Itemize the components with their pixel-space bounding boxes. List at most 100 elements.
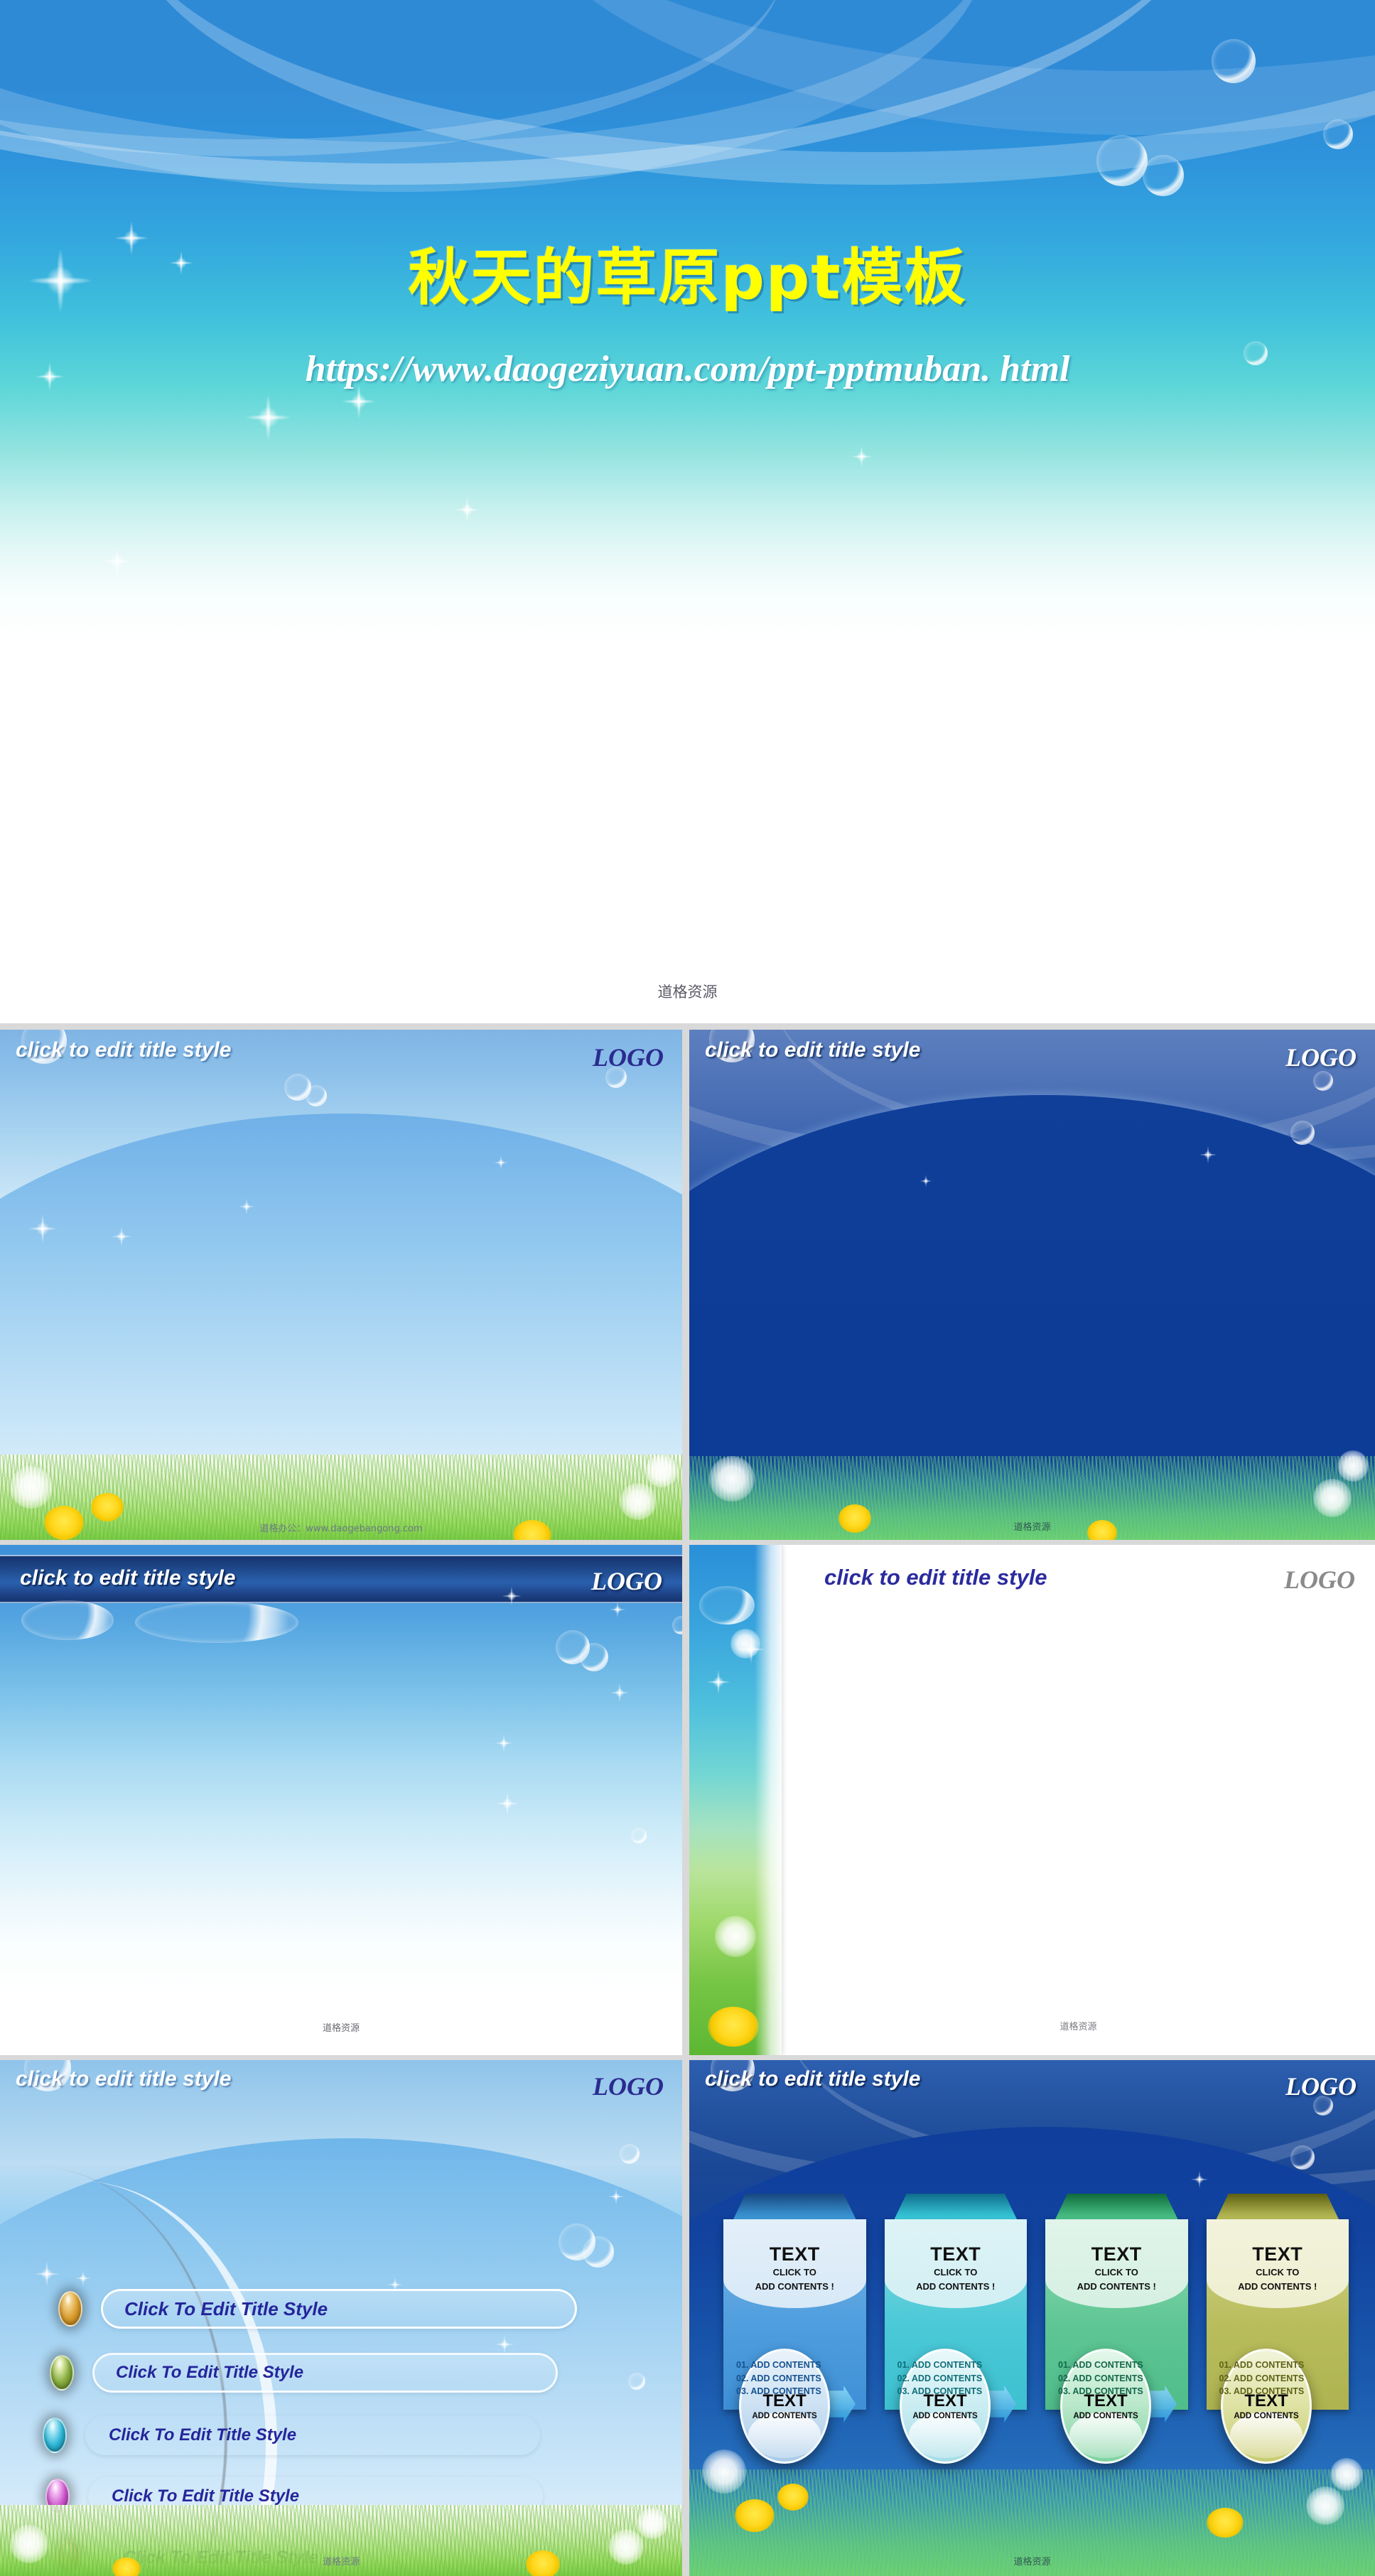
sparkle-icon [1187, 2167, 1212, 2192]
bubble-icon [135, 1602, 298, 1643]
dandelion-icon [1337, 1450, 1369, 1482]
sparkle-icon [107, 1222, 136, 1251]
bubble-icon [1212, 39, 1256, 83]
panel-subline-2: ADD CONTENTS ! [1077, 2280, 1156, 2292]
slide-thumbnail-6[interactable]: click to edit title style LOGO Click To … [0, 2060, 682, 2576]
bullet-pill[interactable]: Click To Edit Title Style [101, 2289, 577, 2329]
panel-cap [894, 2194, 1017, 2219]
slide-thumbnail-4[interactable]: click to edit title style LOGO 道格资源 [0, 1545, 682, 2055]
node-subtext: ADD CONTENTS [1073, 2411, 1138, 2420]
slide6-title: click to edit title style [16, 2067, 232, 2091]
bubble-icon [620, 2144, 640, 2164]
slide-thumbnail-7[interactable]: click to edit title style LOGO TEXT CLIC… [689, 2060, 1375, 2576]
page-title: 秋天的草原ppt模板 [408, 242, 967, 313]
sparkle-icon [21, 1207, 64, 1250]
slide3-footer: 道格资源 [1013, 1522, 1051, 1533]
panel-heading-group: TEXT CLICK TO ADD CONTENTS ! [1045, 2219, 1188, 2292]
list-item[interactable]: Click To Edit Title Style [50, 2353, 558, 2393]
panel-list-item: 02. ADD CONTENTS [1058, 2373, 1143, 2383]
grid-gap [0, 1540, 1375, 1545]
panel-subline-1: CLICK TO [1256, 2267, 1300, 2278]
dandelion-icon [709, 1456, 755, 1502]
sparkle-icon [701, 1664, 736, 1700]
list-item-label: Click To Edit Title Style [116, 2363, 304, 2382]
bubble-icon [699, 1586, 755, 1624]
slide6-footer: 道格资源 [322, 2557, 360, 2567]
node-subtext: ADD CONTENTS [1234, 2411, 1299, 2420]
dandelion-icon [1330, 2458, 1363, 2491]
panel-subline-2: ADD CONTENTS ! [916, 2280, 996, 2292]
slide5-logo: LOGO [1284, 1565, 1355, 1594]
sparkle-icon [234, 1195, 259, 1219]
node-heading: TEXT [1084, 2391, 1128, 2410]
sparkle-icon [1195, 1142, 1221, 1168]
slide7-logo: LOGO [1285, 2072, 1357, 2101]
slide5-title: click to edit title style [824, 1565, 1047, 1590]
slide3-title: click to edit title style [705, 1038, 921, 1062]
sparkle-icon [234, 384, 302, 451]
sparkle-icon [497, 1582, 526, 1610]
panel-subline-2: ADD CONTENTS ! [755, 2280, 834, 2292]
dandelion-flower-icon [708, 2007, 759, 2047]
dandelion-icon [1313, 1479, 1352, 1517]
bubble-icon [1313, 1071, 1333, 1091]
panel-cap [1216, 2194, 1339, 2219]
slide-thumbnail-2[interactable]: click to edit title style LOGO 道格办公：www.… [0, 1030, 682, 1540]
slide-thumbnail-3[interactable]: click to edit title style LOGO 道格资源 [689, 1030, 1375, 1540]
bubble-icon [583, 2236, 614, 2268]
sparkle-icon [448, 490, 487, 529]
panel-heading-group: TEXT CLICK TO ADD CONTENTS ! [885, 2219, 1028, 2292]
bubble-icon [1323, 119, 1353, 149]
bubble-icon [1290, 2145, 1315, 2170]
sparkle-icon [604, 2184, 628, 2209]
bubble-icon [1143, 155, 1184, 196]
list-item[interactable]: Click To Edit Title Style [58, 2289, 577, 2329]
sparkle-icon [846, 441, 878, 473]
bullet-dot-icon [58, 2291, 82, 2327]
node-heading: TEXT [762, 2391, 807, 2410]
dandelion-icon [637, 2508, 668, 2539]
bullet-pill[interactable]: Click To Edit Title Style [85, 2415, 540, 2455]
source-url-line2: html [1000, 349, 1070, 389]
bullet-dot-icon [50, 2355, 74, 2391]
list-item[interactable]: Click To Edit Title Style [43, 2415, 540, 2455]
slide7-footer: 道格资源 [1013, 2557, 1051, 2567]
bubble-icon [306, 1085, 327, 1106]
panel-subline-2: ADD CONTENTS ! [1238, 2280, 1317, 2292]
panel-list-item: 01. ADD CONTENTS [1058, 2359, 1143, 2370]
slide-footer: 道格资源 [657, 983, 718, 1001]
panel-list-item: 01. ADD CONTENTS [1219, 2359, 1305, 2370]
panel-list-item: 02. ADD CONTENTS [1219, 2373, 1305, 2383]
slide5-footer: 道格资源 [1059, 2022, 1097, 2032]
sparkle-icon [28, 355, 71, 398]
bubble-icon [1244, 341, 1268, 365]
node-heading: TEXT [923, 2391, 967, 2410]
slide2-title: click to edit title style [16, 1038, 232, 1062]
panel-list-item: 01. ADD CONTENTS [897, 2359, 983, 2370]
grid-gap [0, 2055, 1375, 2060]
dandelion-icon [10, 1466, 53, 1509]
dandelion-icon [715, 1916, 756, 1957]
bullet-pill[interactable]: Click To Edit Title Style [92, 2353, 558, 2393]
strip-highlight [755, 1545, 782, 2055]
panel-list-item: 02. ADD CONTENTS [736, 2373, 821, 2383]
panel-heading: TEXT [769, 2243, 820, 2265]
title-slide: 秋天的草原ppt模板 https://www.daogeziyuan.com/p… [0, 0, 1375, 1023]
slide-thumbnail-5[interactable]: click to edit title style LOGO 道格资源 [689, 1545, 1375, 2055]
slide4-logo: LOGO [591, 1567, 662, 1595]
dandelion-flower-icon [777, 2484, 809, 2511]
panel-heading-group: TEXT CLICK TO ADD CONTENTS ! [723, 2219, 866, 2292]
slide2-logo: LOGO [593, 1043, 664, 1072]
list-item-label: Click To Edit Title Style [112, 2486, 300, 2506]
source-url: https://www.daogeziyuan.com/ppt-pptmuban… [163, 348, 1212, 391]
panel-cap [1055, 2194, 1178, 2219]
sparkle-icon [605, 1678, 634, 1707]
sparkle-icon [490, 1787, 524, 1821]
slide6-logo: LOGO [593, 2072, 664, 2101]
dandelion-icon [1306, 2486, 1344, 2525]
panel-subline-1: CLICK TO [1094, 2267, 1138, 2278]
panel-list-item: 01. ADD CONTENTS [736, 2359, 821, 2370]
list-item-label: Click To Edit Title Style [109, 2425, 297, 2445]
dandelion-icon [645, 1455, 678, 1487]
panel-heading: TEXT [1252, 2243, 1303, 2265]
